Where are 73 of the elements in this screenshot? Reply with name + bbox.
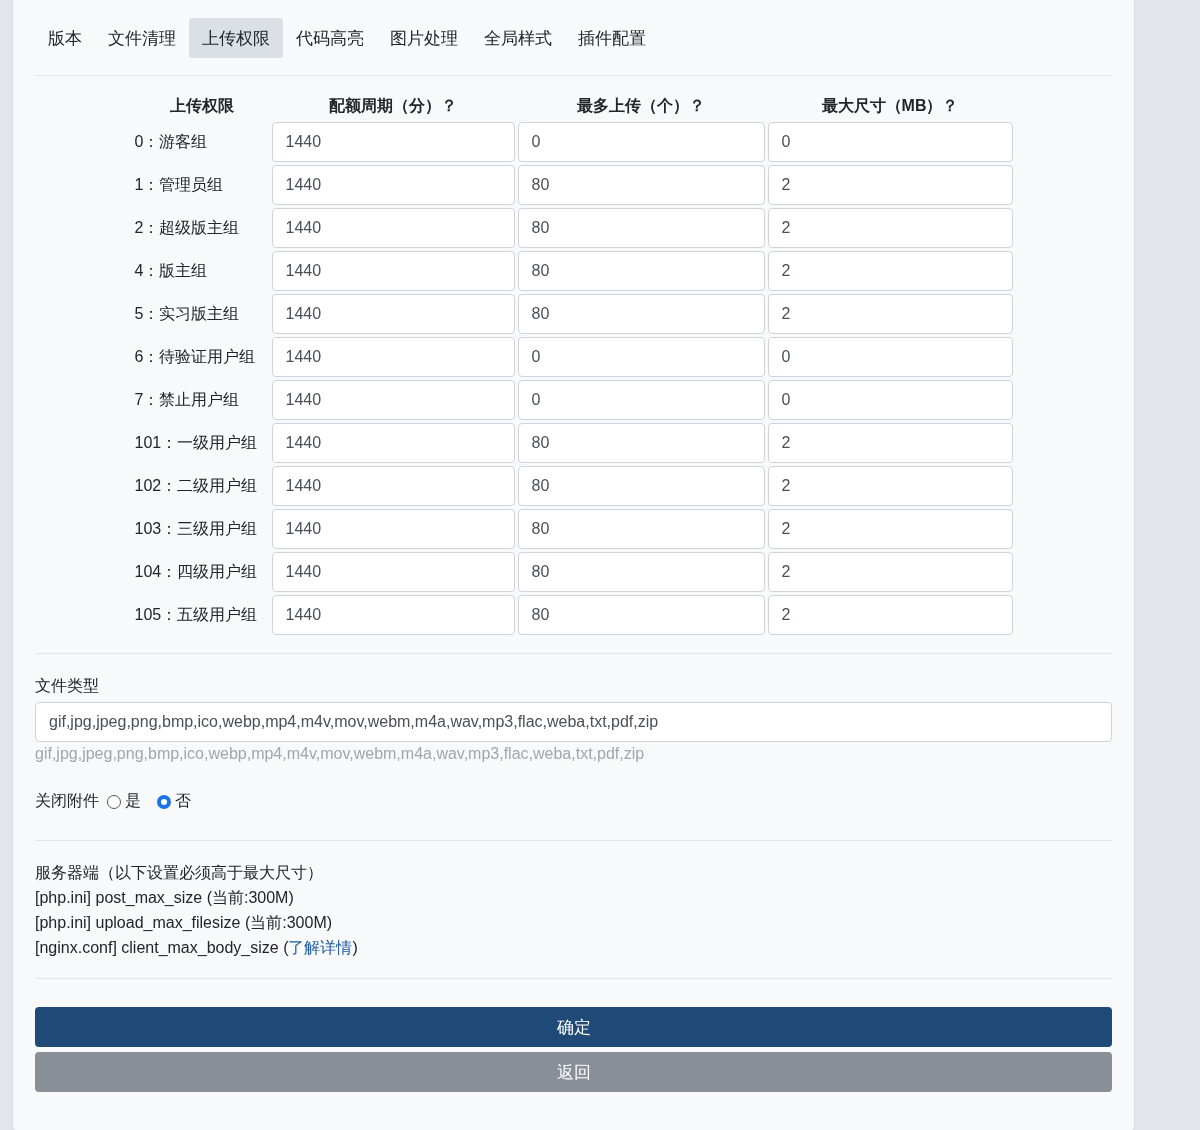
input-field[interactable]: 0 bbox=[767, 380, 1013, 420]
input-field[interactable]: 80 bbox=[517, 165, 765, 205]
column-header: 上传权限 bbox=[168, 96, 235, 116]
input-field[interactable]: 2 bbox=[767, 466, 1013, 506]
input-field[interactable]: 80 bbox=[517, 509, 765, 549]
tab[interactable]: 代码高亮 bbox=[283, 18, 377, 58]
hint-text: gif,jpg,jpeg,png,bmp,ico,webp,mp4,m4v,mov,webm,m4a,wav,mp3,flac,weba,txt,pdf,zip bbox=[35, 745, 646, 763]
input-field[interactable]: 2 bbox=[767, 423, 1013, 463]
input-field[interactable]: 2 bbox=[767, 509, 1013, 549]
group-label: 103：三级用户组 bbox=[134, 518, 259, 539]
input-field[interactable]: 2 bbox=[767, 595, 1013, 635]
setting-text: [php.ini] post_max_size (当前:300M) bbox=[35, 888, 295, 908]
group-label: 105：五级用户组 bbox=[134, 604, 259, 625]
input-field[interactable]: 1440 bbox=[271, 509, 515, 549]
tab[interactable]: 上传权限 bbox=[189, 18, 283, 58]
setting-text: [php.ini] upload_max_filesize (当前:300M) bbox=[35, 913, 334, 933]
input-field[interactable]: 0 bbox=[767, 337, 1013, 377]
input-field[interactable]: 1440 bbox=[271, 380, 515, 420]
input-field[interactable]: gif,jpg,jpeg,png,bmp,ico,webp,mp4,m4v,mov,webm,m4a,wav,mp3,flac,weba,txt,pdf,zip bbox=[35, 702, 1112, 742]
input-field[interactable]: 1440 bbox=[271, 251, 515, 291]
input-field[interactable]: 80 bbox=[517, 466, 765, 506]
column-header: 最多上传（个）？ bbox=[576, 96, 706, 116]
radio-label: 是 bbox=[125, 791, 141, 811]
confirm-button[interactable]: 确定 bbox=[35, 1007, 1112, 1047]
input-field[interactable]: 80 bbox=[517, 552, 765, 592]
input-field[interactable]: 1440 bbox=[271, 294, 515, 334]
tab[interactable]: 版本 bbox=[35, 18, 95, 58]
input-field[interactable]: 80 bbox=[517, 294, 765, 334]
tab[interactable]: 图片处理 bbox=[377, 18, 471, 58]
tab[interactable]: 文件清理 bbox=[95, 18, 189, 58]
group-label: 5：实习版主组 bbox=[134, 303, 241, 324]
tab[interactable]: 全局样式 bbox=[471, 18, 565, 58]
input-field[interactable]: 1440 bbox=[271, 552, 515, 592]
input-field[interactable]: 80 bbox=[517, 595, 765, 635]
setting-text: [nginx.conf] client_max_body_size (了解详情) bbox=[35, 938, 359, 958]
input-field[interactable]: 1440 bbox=[271, 165, 515, 205]
input-field[interactable]: 0 bbox=[517, 122, 765, 162]
input-field[interactable]: 1440 bbox=[271, 423, 515, 463]
input-field[interactable]: 2 bbox=[767, 294, 1013, 334]
radio-label: 否 bbox=[175, 791, 191, 811]
input-field[interactable]: 1440 bbox=[271, 122, 515, 162]
input-field[interactable]: 2 bbox=[767, 208, 1013, 248]
field-label: 关闭附件 bbox=[35, 791, 99, 811]
group-label: 0：游客组 bbox=[134, 131, 209, 152]
group-label: 1：管理员组 bbox=[134, 174, 225, 195]
radio-button[interactable] bbox=[157, 794, 171, 809]
group-label: 6：待验证用户组 bbox=[134, 346, 257, 367]
input-field[interactable]: 1440 bbox=[271, 208, 515, 248]
section-title: 服务器端（以下设置必须高于最大尺寸） bbox=[35, 863, 324, 883]
tab[interactable]: 插件配置 bbox=[565, 18, 659, 58]
group-label: 101：一级用户组 bbox=[134, 432, 259, 453]
column-header: 配额周期（分）？ bbox=[328, 96, 458, 116]
input-field[interactable]: 2 bbox=[767, 165, 1013, 205]
input-field[interactable]: 1440 bbox=[271, 466, 515, 506]
input-field[interactable]: 80 bbox=[517, 208, 765, 248]
input-field[interactable]: 0 bbox=[767, 122, 1013, 162]
group-label: 102：二级用户组 bbox=[134, 475, 259, 496]
input-field[interactable]: 1440 bbox=[271, 595, 515, 635]
input-field[interactable]: 2 bbox=[767, 552, 1013, 592]
details-link[interactable]: 了解详情 bbox=[288, 939, 353, 956]
input-field[interactable]: 80 bbox=[517, 423, 765, 463]
input-field[interactable]: 0 bbox=[517, 380, 765, 420]
group-label: 104：四级用户组 bbox=[134, 561, 259, 582]
radio-button[interactable] bbox=[107, 794, 121, 809]
field-label: 文件类型 bbox=[35, 676, 100, 696]
group-label: 7：禁止用户组 bbox=[134, 389, 241, 410]
group-label: 4：版主组 bbox=[134, 260, 209, 281]
group-label: 2：超级版主组 bbox=[134, 217, 241, 238]
input-field[interactable]: 2 bbox=[767, 251, 1013, 291]
column-header: 最大尺寸（MB）？ bbox=[820, 96, 960, 116]
input-field[interactable]: 80 bbox=[517, 251, 765, 291]
input-field[interactable]: 1440 bbox=[271, 337, 515, 377]
input-field[interactable]: 0 bbox=[517, 337, 765, 377]
